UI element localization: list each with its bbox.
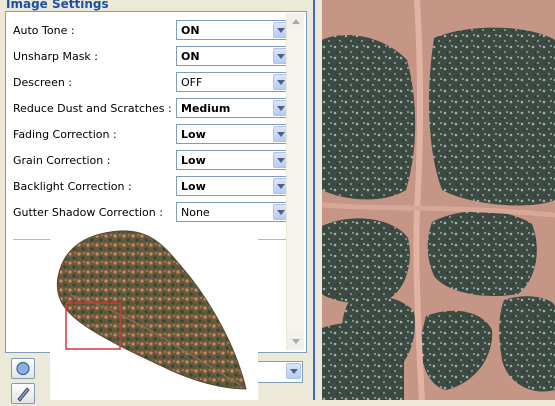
setting-label: Unsharp Mask : [13, 50, 99, 63]
setting-value: Low [181, 128, 206, 141]
panel-title: Image Settings [6, 0, 109, 11]
setting-label: Grain Correction : [13, 154, 111, 167]
leaf-image [56, 230, 247, 390]
setting-value: Medium [181, 102, 231, 115]
setting-label: Backlight Correction : [13, 180, 132, 193]
setting-value: Low [181, 154, 206, 167]
fading-correction-select[interactable]: Low [176, 124, 290, 144]
setting-row-unsharp-mask: Unsharp Mask : ON [13, 46, 297, 68]
setting-label: Fading Correction : [13, 128, 117, 141]
setting-label: Auto Tone : [13, 24, 75, 37]
image-settings-panel: Image Settings Auto Tone : ON Unsharp Ma… [0, 0, 309, 404]
auto-tone-select[interactable]: ON [176, 20, 290, 40]
setting-row-gutter-shadow: Gutter Shadow Correction : None [13, 202, 297, 224]
backlight-correction-select[interactable]: Low [176, 176, 290, 196]
setting-row-fading-correction: Fading Correction : Low [13, 124, 297, 146]
grain-correction-select[interactable]: Low [176, 150, 290, 170]
circle-icon [16, 361, 30, 376]
setting-row-grain-correction: Grain Correction : Low [13, 150, 297, 172]
setting-label: Gutter Shadow Correction : [13, 206, 163, 219]
scroll-down-icon[interactable] [287, 333, 304, 350]
setting-value: ON [181, 24, 200, 37]
setting-value: None [181, 206, 210, 219]
unsharp-mask-select[interactable]: ON [176, 46, 290, 66]
preview-tool-button[interactable] [11, 358, 35, 379]
setting-row-descreen: Descreen : OFF [13, 72, 297, 94]
edit-tool-button[interactable] [11, 383, 35, 404]
chevron-down-icon[interactable] [286, 363, 301, 379]
gutter-shadow-select[interactable]: None [176, 202, 290, 222]
setting-value: ON [181, 50, 200, 63]
zoomed-leaf-image [322, 0, 555, 400]
reduce-dust-select[interactable]: Medium [176, 98, 290, 118]
setting-label: Reduce Dust and Scratches : [13, 102, 172, 115]
bottom-select[interactable] [255, 361, 303, 383]
settings-scrollbar[interactable] [286, 13, 304, 350]
leaf-thumbnail[interactable] [50, 225, 258, 400]
setting-value: OFF [181, 76, 203, 89]
setting-row-auto-tone: Auto Tone : ON [13, 20, 297, 42]
setting-value: Low [181, 180, 206, 193]
setting-label: Descreen : [13, 76, 73, 89]
scroll-up-icon[interactable] [287, 13, 304, 30]
edit-icon [17, 387, 30, 402]
scan-preview[interactable] [322, 0, 555, 400]
setting-row-backlight-correction: Backlight Correction : Low [13, 176, 297, 198]
setting-row-reduce-dust: Reduce Dust and Scratches : Medium [13, 98, 297, 120]
preview-frame-edge [313, 0, 315, 400]
descreen-select[interactable]: OFF [176, 72, 290, 92]
